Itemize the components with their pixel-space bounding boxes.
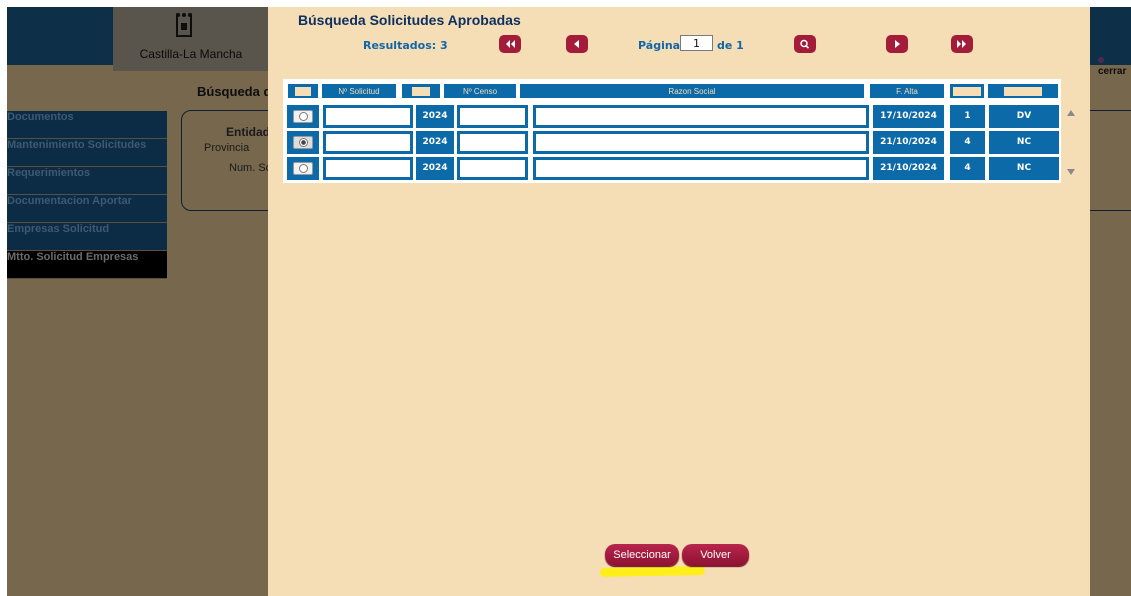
close-link[interactable]: cerrar [1098, 55, 1131, 77]
last-page-button[interactable] [951, 35, 973, 53]
double-chevron-right-icon [957, 40, 966, 48]
anio-cell: 2024 [416, 131, 454, 154]
select-button[interactable]: Seleccionar [605, 544, 679, 566]
sidebar-menu: Documentos Mantenimiento Solicitudes Req… [7, 111, 167, 279]
sidebar-item-mtto-solicitud-empresas[interactable]: Mtto. Solicitud Empresas [7, 251, 167, 279]
censo-cell [457, 105, 528, 128]
column-header[interactable]: Nº Censo [443, 83, 517, 99]
estado-cell: 1 [950, 105, 985, 128]
solicitud-cell [323, 131, 413, 154]
anio-cell: 2024 [416, 157, 454, 180]
tipo-cell: NC [989, 131, 1059, 154]
column-header[interactable]: Año [401, 83, 441, 99]
sidebar-item-documentos[interactable]: Documentos [7, 111, 167, 139]
back-button[interactable]: Volver [682, 544, 749, 566]
castle-icon [176, 13, 192, 37]
tipo-cell: NC [989, 157, 1059, 180]
column-header[interactable]: Sel [287, 83, 319, 99]
row-select-radio[interactable] [293, 162, 313, 175]
first-page-button[interactable] [499, 35, 521, 53]
sidebar-item-empresas-solicitud[interactable]: Empresas Solicitud [7, 223, 167, 251]
results-count: Resultados: 3 [363, 39, 448, 52]
sidebar-item-requerimientos[interactable]: Requerimientos [7, 167, 167, 195]
prev-page-button[interactable] [566, 35, 588, 53]
solicitud-cell [323, 105, 413, 128]
estado-cell: 4 [950, 131, 985, 154]
table-row[interactable]: 2024 17/10/2024 1 DV [283, 105, 1061, 129]
next-page-button[interactable] [886, 35, 908, 53]
page-total: de 1 [717, 39, 744, 52]
censo-cell [457, 157, 528, 180]
razon-cell [533, 157, 869, 180]
triangle-right-icon [895, 40, 900, 48]
search-button[interactable] [794, 35, 816, 53]
select-cell[interactable] [287, 157, 319, 180]
column-header[interactable]: Nº Solicitud [321, 83, 397, 99]
table-row[interactable]: 2024 21/10/2024 4 NC [283, 131, 1061, 155]
search-modal: Búsqueda Solicitudes Aprobadas Resultado… [268, 7, 1090, 596]
razon-cell [533, 131, 869, 154]
results-table-header: Sel Nº Solicitud Año Nº Censo Razon Soci… [283, 79, 1061, 103]
triangle-left-icon [574, 40, 579, 48]
scroll-up-arrow-icon[interactable] [1066, 108, 1076, 118]
fecha-cell: 17/10/2024 [873, 105, 944, 128]
scroll-down-arrow-icon[interactable] [1066, 167, 1076, 177]
logo: Castilla-La Mancha [113, 7, 269, 71]
sidebar-item-mantenimiento-solicitudes[interactable]: Mantenimiento Solicitudes [7, 139, 167, 167]
page-title: Búsqueda d [197, 84, 272, 99]
page-input[interactable] [680, 35, 713, 51]
censo-cell [457, 131, 528, 154]
fecha-cell: 21/10/2024 [873, 157, 944, 180]
page-label: Página: [638, 39, 685, 52]
logo-text: Castilla-La Mancha [139, 47, 243, 61]
fecha-cell: 21/10/2024 [873, 131, 944, 154]
row-select-radio[interactable] [293, 136, 313, 149]
table-row[interactable]: 2024 21/10/2024 4 NC [283, 157, 1061, 181]
tipo-cell: DV [989, 105, 1059, 128]
num-solicitud-label: Num. So [229, 162, 272, 174]
row-select-radio[interactable] [293, 110, 313, 123]
solicitud-cell [323, 157, 413, 180]
select-cell[interactable] [287, 131, 319, 154]
razon-cell [533, 105, 869, 128]
entidad-label: Entidad [226, 125, 270, 139]
column-header[interactable]: Razon Social [519, 83, 865, 99]
highlight-mark [599, 566, 706, 577]
column-header[interactable]: Tipo Mod [987, 83, 1059, 99]
results-table-body: 2024 17/10/2024 1 DV 2024 21/10/2024 4 N… [283, 103, 1061, 183]
select-cell[interactable] [287, 105, 319, 128]
search-icon [800, 39, 810, 49]
modal-title: Búsqueda Solicitudes Aprobadas [298, 12, 521, 28]
double-chevron-left-icon [506, 40, 515, 48]
anio-cell: 2024 [416, 105, 454, 128]
column-header[interactable]: F. Alta [869, 83, 945, 99]
estado-cell: 4 [950, 157, 985, 180]
provincia-label: Provincia [204, 142, 250, 154]
column-header[interactable]: Estado [949, 83, 985, 99]
sidebar-item-documentacion-aportar[interactable]: Documentacion Aportar [7, 195, 167, 223]
